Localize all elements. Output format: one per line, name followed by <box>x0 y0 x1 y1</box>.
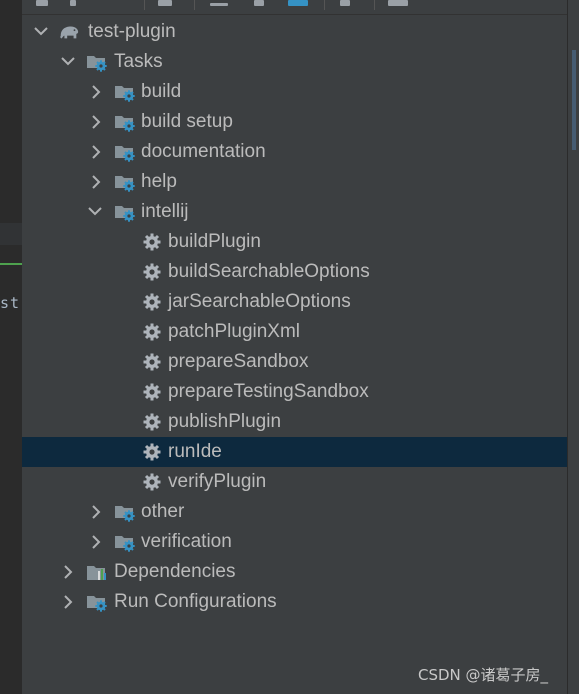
gear-icon <box>142 262 162 282</box>
gear-icon <box>142 322 162 342</box>
run-configurations-folder-icon <box>86 592 108 612</box>
task-folder-icon <box>114 532 136 552</box>
tree-node-label: patchPluginXml <box>168 321 301 342</box>
expand-all-icon[interactable] <box>210 3 228 6</box>
editor-code-fragment: st <box>0 294 21 312</box>
tree-node-label: runIde <box>168 441 222 462</box>
tree-node-group-verification[interactable]: verification <box>22 527 567 557</box>
add-icon[interactable] <box>70 0 76 6</box>
gradle-tree: test-plugin Tasks build build setup docu… <box>22 17 567 617</box>
dependencies-icon[interactable] <box>288 0 308 6</box>
execute-task-icon[interactable] <box>158 0 172 6</box>
tree-node-label: documentation <box>141 141 266 162</box>
tree-node-task[interactable]: buildPlugin <box>22 227 567 257</box>
tree-node-label: Tasks <box>114 51 163 72</box>
tree-node-task-selected[interactable]: runIde <box>22 437 567 467</box>
tree-node-label: other <box>141 501 185 522</box>
gradle-elephant-icon <box>58 22 80 42</box>
chevron-right-icon[interactable] <box>88 167 104 197</box>
task-folder-icon <box>114 172 136 192</box>
refresh-icon[interactable] <box>36 0 48 6</box>
tree-node-task[interactable]: prepareSandbox <box>22 347 567 377</box>
gear-icon <box>142 382 162 402</box>
chevron-down-icon[interactable] <box>86 197 102 227</box>
tree-node-label: verification <box>141 531 232 552</box>
tree-node-task[interactable]: buildSearchableOptions <box>22 257 567 287</box>
tree-node-group-help[interactable]: help <box>22 167 567 197</box>
tree-node-label: help <box>141 171 177 192</box>
gear-icon <box>142 412 162 432</box>
editor-gutter-strip: st <box>0 0 22 694</box>
tree-node-task[interactable]: verifyPlugin <box>22 467 567 497</box>
task-folder-icon <box>86 52 108 72</box>
chevron-right-icon[interactable] <box>88 137 104 167</box>
tree-node-label: publishPlugin <box>168 411 282 432</box>
chevron-down-icon[interactable] <box>32 17 48 47</box>
tree-node-label: intellij <box>141 201 189 222</box>
tree-node-label: test-plugin <box>88 21 176 42</box>
chevron-down-icon[interactable] <box>59 47 75 77</box>
tree-node-label: build <box>141 81 182 102</box>
task-folder-icon <box>114 502 136 522</box>
right-tool-strip <box>567 0 579 694</box>
tree-node-label: prepareSandbox <box>168 351 309 372</box>
tree-node-label: jarSearchableOptions <box>168 291 351 312</box>
tree-node-task[interactable]: jarSearchableOptions <box>22 287 567 317</box>
tree-node-task[interactable]: publishPlugin <box>22 407 567 437</box>
gear-icon <box>142 442 162 462</box>
tree-node-label: prepareTestingSandbox <box>168 381 369 402</box>
gear-icon <box>142 232 162 252</box>
tree-node-task[interactable]: prepareTestingSandbox <box>22 377 567 407</box>
chevron-right-icon[interactable] <box>88 527 104 557</box>
tree-node-label: Run Configurations <box>114 591 277 612</box>
chevron-right-icon[interactable] <box>88 77 104 107</box>
task-folder-icon <box>114 112 136 132</box>
gradle-toolbar <box>22 0 567 15</box>
chevron-right-icon[interactable] <box>60 557 76 587</box>
tree-node-run-configurations[interactable]: Run Configurations <box>22 587 567 617</box>
gear-icon <box>142 472 162 492</box>
tool-window-tab[interactable] <box>572 50 576 150</box>
toolbar-separator <box>144 0 145 10</box>
dependencies-icon <box>86 562 108 582</box>
tree-node-group-intellij[interactable]: intellij <box>22 197 567 227</box>
toolbar-separator <box>194 0 195 10</box>
gear-icon <box>142 292 162 312</box>
task-folder-icon <box>114 82 136 102</box>
collapse-all-icon[interactable] <box>254 0 264 6</box>
chevron-right-icon[interactable] <box>60 587 76 617</box>
chevron-right-icon[interactable] <box>88 497 104 527</box>
tree-node-group-other[interactable]: other <box>22 497 567 527</box>
change-marker <box>0 263 22 265</box>
tree-node-group-build[interactable]: build <box>22 77 567 107</box>
tree-node-label: verifyPlugin <box>168 471 267 492</box>
chevron-right-icon[interactable] <box>88 107 104 137</box>
tree-node-dependencies[interactable]: Dependencies <box>22 557 567 587</box>
tree-node-task[interactable]: patchPluginXml <box>22 317 567 347</box>
offline-mode-icon[interactable] <box>340 0 350 6</box>
tree-node-root[interactable]: test-plugin <box>22 17 567 47</box>
task-folder-icon <box>114 202 136 222</box>
tree-node-group-build-setup[interactable]: build setup <box>22 107 567 137</box>
tree-node-label: buildPlugin <box>168 231 261 252</box>
tree-node-tasks[interactable]: Tasks <box>22 47 567 77</box>
editor-tab-band <box>0 223 22 245</box>
toolbar-separator <box>374 0 375 10</box>
gear-icon <box>142 352 162 372</box>
settings-dropdown-icon[interactable] <box>388 0 408 6</box>
tree-node-label: build setup <box>141 111 233 132</box>
task-folder-icon <box>114 142 136 162</box>
tree-node-label: Dependencies <box>114 561 236 582</box>
editor-top <box>0 0 22 223</box>
tree-node-label: buildSearchableOptions <box>168 261 370 282</box>
tree-node-group-documentation[interactable]: documentation <box>22 137 567 167</box>
watermark: CSDN @诸葛子房_ <box>418 666 549 684</box>
toolbar-separator <box>324 0 325 10</box>
